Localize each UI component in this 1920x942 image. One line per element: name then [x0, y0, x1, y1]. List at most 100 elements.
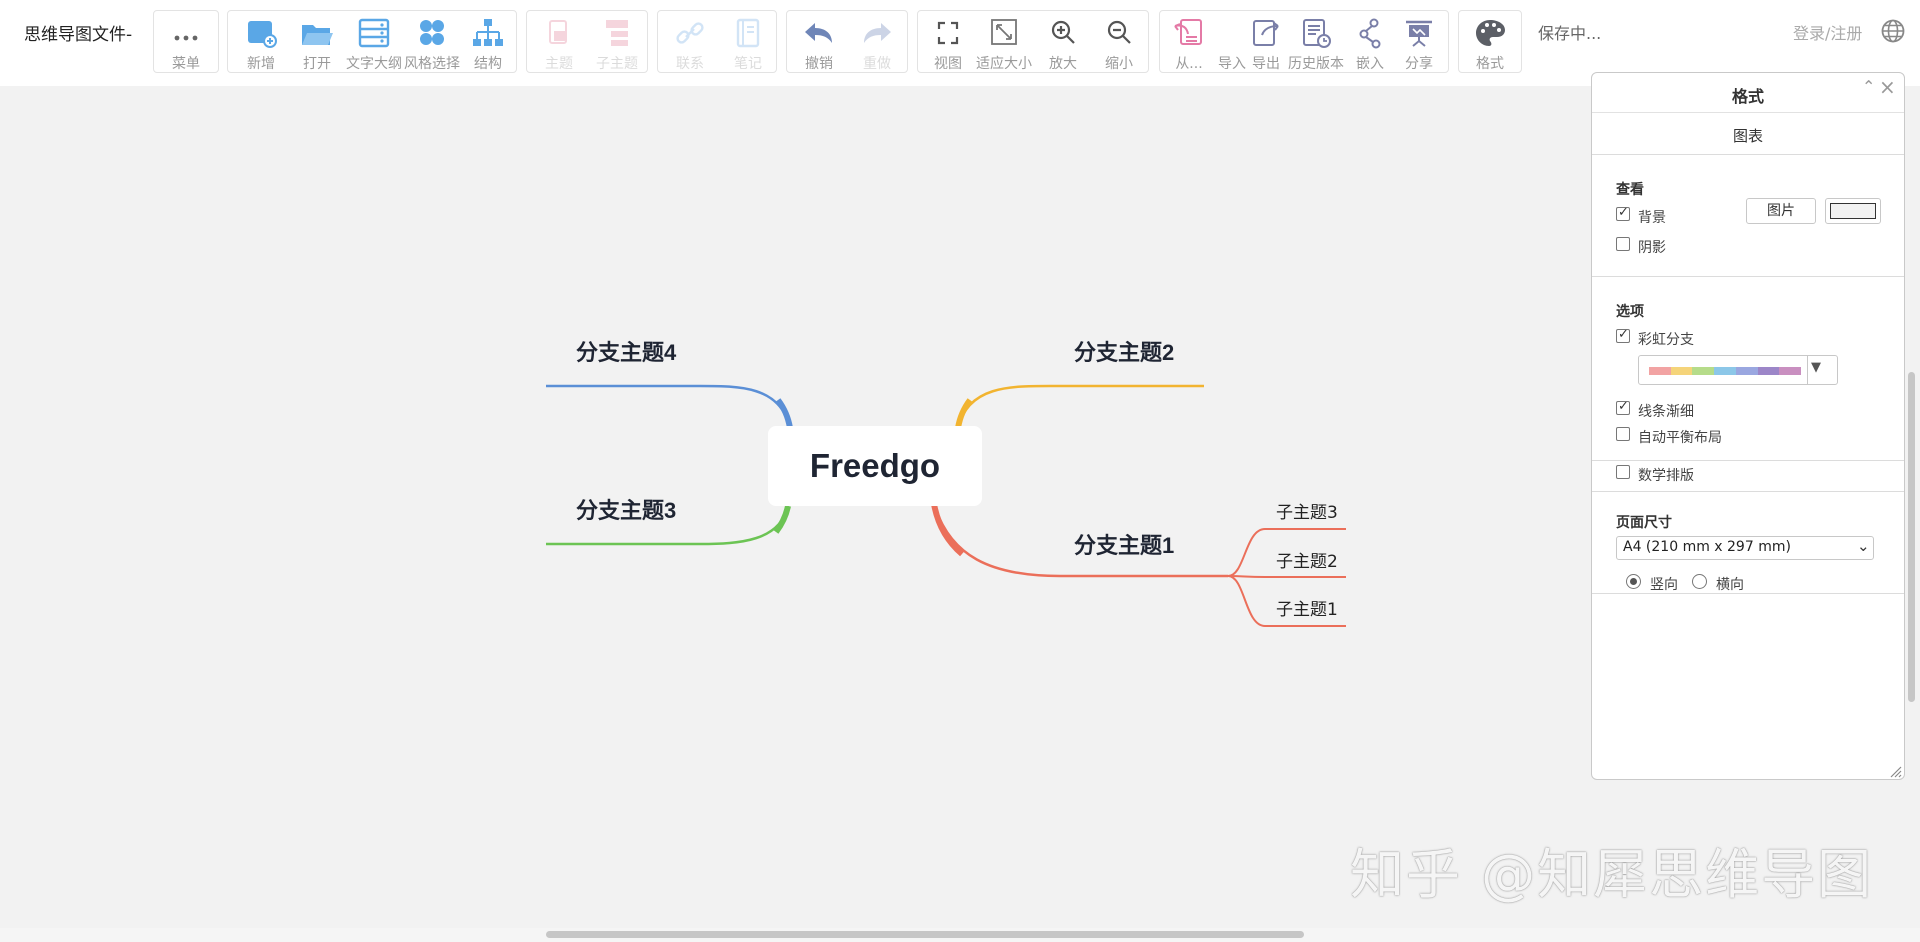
- branch-topic-2[interactable]: 分支主题2: [1074, 340, 1174, 365]
- close-icon[interactable]: ×: [1879, 75, 1896, 99]
- rainbow-color-swatch-5: [1757, 367, 1780, 375]
- math-typesetting-label: 数学排版: [1638, 468, 1694, 484]
- landscape-radio[interactable]: [1692, 574, 1707, 589]
- portrait-radio[interactable]: [1626, 574, 1641, 589]
- auto-balance-checkbox[interactable]: [1616, 427, 1630, 441]
- open-label: 打开: [303, 56, 331, 72]
- outline-label: 文字大纲: [346, 56, 402, 72]
- globe-icon[interactable]: [1880, 18, 1906, 44]
- link-label: 联系: [676, 56, 704, 72]
- math-typesetting-checkbox[interactable]: [1616, 465, 1630, 479]
- resize-handle-icon[interactable]: [1888, 763, 1902, 778]
- login-register-link[interactable]: 登录/注册: [1793, 20, 1862, 44]
- zoom-in-label: 放大: [1049, 56, 1077, 72]
- toolbar-group-link: 联系 笔记: [657, 10, 777, 73]
- style-icon: [414, 17, 450, 49]
- subtopic-button[interactable]: 子主题: [589, 11, 645, 72]
- topic-icon: [541, 17, 577, 49]
- portrait-label: 竖向: [1650, 577, 1678, 593]
- zoom-in-button[interactable]: 放大: [1036, 11, 1090, 72]
- rainbow-color-swatch-2: [1692, 367, 1715, 375]
- structure-button[interactable]: 结构: [462, 11, 514, 72]
- share-label: 分享: [1405, 56, 1433, 72]
- subtopic-2[interactable]: 子主题2: [1276, 552, 1338, 572]
- note-button[interactable]: 笔记: [720, 11, 776, 72]
- taper-lines-checkbox[interactable]: [1616, 399, 1630, 415]
- branch-topic-1[interactable]: 分支主题1: [1074, 533, 1174, 558]
- topic-label: 主题: [545, 56, 573, 72]
- page-size-section: 页面尺寸 A4 (210 mm x 297 mm) ⌄ 竖向 横向: [1592, 492, 1904, 594]
- topic-button[interactable]: 主题: [531, 11, 587, 72]
- options-section: 选项 彩虹分支 ▼ 线条渐细 自动平衡布局: [1592, 277, 1904, 461]
- subtopic-icon: [599, 17, 635, 49]
- subtopic-2-connector: [1227, 575, 1346, 578]
- page-size-select[interactable]: A4 (210 mm x 297 mm) ⌄: [1616, 536, 1874, 560]
- auto-balance-label: 自动平衡布局: [1638, 430, 1722, 446]
- menu-button[interactable]: 菜单: [154, 11, 218, 72]
- format-label: 格式: [1476, 56, 1504, 72]
- redo-label: 重做: [863, 56, 891, 72]
- panel-title: 格式: [1731, 87, 1764, 106]
- history-icon: [1298, 17, 1334, 49]
- document-title[interactable]: 思维导图文件-: [24, 20, 132, 45]
- new-button[interactable]: 新增: [234, 11, 288, 72]
- undo-button[interactable]: 撤销: [791, 11, 847, 72]
- zoom-out-button[interactable]: 缩小: [1092, 11, 1146, 72]
- share-button[interactable]: 分享: [1392, 11, 1446, 72]
- mindmap-canvas[interactable]: Freedgo 分支主题4 分支主题3 分支主题2 分支主题1 子主题3 子主题…: [0, 86, 1592, 928]
- shadow-checkbox[interactable]: [1616, 237, 1630, 251]
- export-label: 导出: [1252, 56, 1280, 72]
- export-button[interactable]: 导出: [1248, 11, 1284, 72]
- background-label: 背景: [1638, 210, 1666, 226]
- link-button[interactable]: 联系: [662, 11, 718, 72]
- import-from-button[interactable]: 从...: [1162, 11, 1216, 72]
- mindmap-diagram: Freedgo 分支主题4 分支主题3 分支主题2 分支主题1 子主题3 子主题…: [546, 340, 1346, 627]
- rainbow-branch-label: 彩虹分支: [1638, 332, 1694, 348]
- open-button[interactable]: 打开: [290, 11, 344, 72]
- root-topic-text: Freedgo: [810, 447, 940, 484]
- image-button[interactable]: 图片: [1746, 198, 1816, 224]
- tab-chart[interactable]: 图表: [1592, 113, 1904, 155]
- branch-topic-3[interactable]: 分支主题3: [576, 498, 676, 523]
- style-button[interactable]: 风格选择: [404, 11, 460, 72]
- rainbow-color-swatch-6: [1779, 367, 1802, 375]
- view-button[interactable]: 视图: [922, 11, 974, 72]
- toolbar-group-topic: 主题 子主题: [526, 10, 648, 73]
- structure-icon: [470, 17, 506, 49]
- toolbar-group-history: 撤销 重做: [786, 10, 908, 73]
- fit-icon: [986, 17, 1022, 49]
- taper-lines-label: 线条渐细: [1638, 404, 1694, 420]
- fit-button[interactable]: 适应大小: [974, 11, 1034, 72]
- subtopic-3[interactable]: 子主题3: [1276, 503, 1338, 523]
- rainbow-branch-checkbox[interactable]: [1616, 327, 1630, 343]
- redo-button[interactable]: 重做: [849, 11, 905, 72]
- vertical-scrollbar[interactable]: [1908, 372, 1915, 702]
- background-checkbox[interactable]: [1616, 205, 1630, 221]
- structure-label: 结构: [474, 56, 502, 72]
- rainbow-color-bar: [1649, 367, 1802, 375]
- horizontal-scrollbar[interactable]: [546, 931, 1304, 938]
- rainbow-color-select[interactable]: ▼: [1638, 355, 1838, 385]
- app-window: 思维导图文件- 菜单 新增 打开 文字大纲 风格选择 结构 主题 子主题 联系 …: [0, 0, 1920, 942]
- rainbow-color-swatch-3: [1714, 367, 1736, 375]
- chevron-down-icon: ⌄: [1857, 537, 1870, 555]
- export-icon: [1248, 17, 1284, 49]
- branch-topic-4[interactable]: 分支主题4: [576, 340, 677, 365]
- history-button[interactable]: 历史版本: [1284, 11, 1348, 72]
- outline-icon: [356, 17, 392, 49]
- color-swatch: [1830, 203, 1876, 219]
- menu-label: 菜单: [172, 56, 200, 72]
- embed-label: 嵌入: [1356, 56, 1384, 72]
- embed-button[interactable]: 嵌入: [1348, 11, 1392, 72]
- import-from-label: 从...: [1175, 56, 1203, 72]
- outline-button[interactable]: 文字大纲: [346, 11, 402, 72]
- subtopic-1[interactable]: 子主题1: [1276, 600, 1338, 620]
- background-color-button[interactable]: [1825, 198, 1881, 224]
- link-icon: [672, 17, 708, 49]
- format-button[interactable]: 格式: [1459, 11, 1521, 72]
- import-button[interactable]: 导入: [1216, 11, 1248, 72]
- view-label: 视图: [934, 56, 962, 72]
- landscape-label: 横向: [1716, 577, 1744, 593]
- chevron-up-icon[interactable]: ⌃: [1862, 77, 1875, 96]
- subtopic-label: 子主题: [596, 56, 638, 72]
